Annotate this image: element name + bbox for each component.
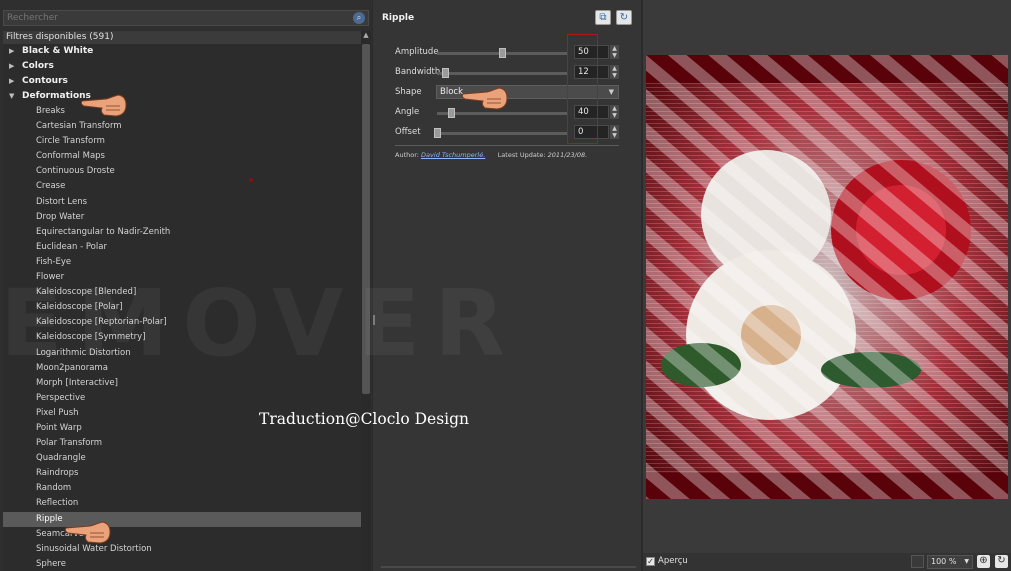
category-colors[interactable]: ▶ Colors xyxy=(3,59,361,74)
expand-arrow-icon[interactable]: ▶ xyxy=(9,59,14,74)
filter-item[interactable]: Raindrops xyxy=(3,466,361,481)
angle-slider[interactable] xyxy=(437,108,567,118)
shape-value: Block xyxy=(440,87,463,97)
bandwidth-slider[interactable] xyxy=(437,68,567,78)
filter-title: Ripple xyxy=(382,13,415,23)
slider-handle[interactable] xyxy=(448,108,456,118)
search-icon[interactable]: ⌕ xyxy=(353,12,365,24)
pointing-hand-icon xyxy=(64,519,112,545)
filter-item[interactable]: Quadrangle xyxy=(3,451,361,466)
expand-arrow-icon[interactable]: ▶ xyxy=(9,44,14,59)
apercu-checkbox[interactable]: ✓ xyxy=(646,557,655,566)
amplitude-slider[interactable] xyxy=(437,48,567,58)
filter-item[interactable]: Seamcarve xyxy=(3,527,361,542)
filter-item[interactable]: Reflection xyxy=(3,496,361,511)
status-bar: ✓ Aperçu 100 % ▼ ⊕ ↻ xyxy=(643,553,1011,571)
divider xyxy=(395,145,619,146)
filter-item[interactable]: Crease xyxy=(3,179,361,194)
red-dot-mark xyxy=(249,178,253,182)
pointing-hand-icon xyxy=(461,85,509,111)
filter-item[interactable]: Random xyxy=(3,481,361,496)
slider-handle[interactable] xyxy=(499,48,506,58)
search-input[interactable] xyxy=(4,11,340,25)
spin-arrows-icon[interactable]: ▲ ▼ xyxy=(610,125,619,139)
category-label: Black & White xyxy=(22,46,94,56)
filter-item[interactable]: Equirectangular to Nadir-Zenith xyxy=(3,225,361,240)
param-label: Bandwidth xyxy=(395,67,441,77)
filter-item[interactable]: Sinusoidal Water Distortion xyxy=(3,542,361,557)
search-box: ⌕ xyxy=(3,10,369,26)
filter-item[interactable]: Distort Lens xyxy=(3,195,361,210)
apercu-label: Aperçu xyxy=(658,556,688,566)
filter-item[interactable]: Sphere xyxy=(3,557,361,571)
zoom-value: 100 % xyxy=(931,557,957,566)
filter-item[interactable]: Perspective xyxy=(3,391,361,406)
chevron-down-icon: ▼ xyxy=(964,558,969,565)
filter-item[interactable]: Ripple xyxy=(3,511,361,527)
reset-zoom-icon[interactable]: ↻ xyxy=(995,555,1008,568)
category-black-white[interactable]: ▶ Black & White xyxy=(3,44,361,59)
collapse-arrow-icon[interactable]: ▼ xyxy=(9,89,14,104)
slider-handle[interactable] xyxy=(441,68,449,78)
filter-item[interactable]: Circle Transform xyxy=(3,134,361,149)
zoom-out-button[interactable] xyxy=(911,555,924,568)
zoom-select[interactable]: 100 % ▼ xyxy=(927,555,973,569)
category-label: Contours xyxy=(22,76,68,86)
list-header: Filtres disponibles (591) xyxy=(3,31,361,44)
chevron-down-icon: ▼ xyxy=(608,88,614,96)
slider-handle[interactable] xyxy=(434,128,441,138)
spin-arrows-icon[interactable]: ▲ ▼ xyxy=(610,45,619,59)
expand-arrow-icon[interactable]: ▶ xyxy=(9,74,14,89)
category-label: Colors xyxy=(22,61,54,71)
param-label: Shape xyxy=(395,87,422,97)
filter-item[interactable]: Continuous Droste xyxy=(3,164,361,179)
refresh-icon[interactable]: ↻ xyxy=(616,10,632,25)
author-label: Author: xyxy=(395,151,419,159)
param-label: Amplitude xyxy=(395,47,439,57)
filter-item[interactable]: Conformal Maps xyxy=(3,149,361,164)
param-label: Offset xyxy=(395,127,421,137)
scroll-up-icon[interactable]: ▲ xyxy=(361,31,371,43)
spin-arrows-icon[interactable]: ▲ ▼ xyxy=(610,65,619,79)
filter-item[interactable]: Cartesian Transform xyxy=(3,119,361,134)
category-contours[interactable]: ▶ Contours xyxy=(3,74,361,89)
filter-item[interactable]: Euclidean - Polar xyxy=(3,240,361,255)
filter-item[interactable]: Fish-Eye xyxy=(3,255,361,270)
filter-item[interactable]: Morph [Interactive] xyxy=(3,376,361,391)
credit-text: Traduction@Cloclo Design xyxy=(259,410,470,428)
filter-item[interactable]: Polar Transform xyxy=(3,436,361,451)
copy-icon[interactable]: ⧉ xyxy=(595,10,611,25)
author-link[interactable]: David Tschumperlé. xyxy=(421,151,485,159)
watermark: EMOVER xyxy=(0,270,520,377)
update-label: Latest Update: xyxy=(497,151,546,159)
spin-arrows-icon[interactable]: ▲ ▼ xyxy=(610,105,619,119)
filter-item[interactable]: Breaks xyxy=(3,104,361,119)
filter-item[interactable]: Drop Water xyxy=(3,210,361,225)
pointing-hand-icon xyxy=(80,92,128,118)
param-label: Angle xyxy=(395,107,420,117)
horizontal-scrollbar[interactable] xyxy=(381,566,636,568)
values-highlight-box xyxy=(567,34,598,144)
category-deformations[interactable]: ▼ Deformations xyxy=(3,89,361,104)
update-date: 2011/23/08. xyxy=(547,151,588,159)
offset-slider[interactable] xyxy=(434,128,567,138)
author-line: Author: David Tschumperlé. Latest Update… xyxy=(395,151,587,159)
zoom-in-icon[interactable]: ⊕ xyxy=(977,555,990,568)
